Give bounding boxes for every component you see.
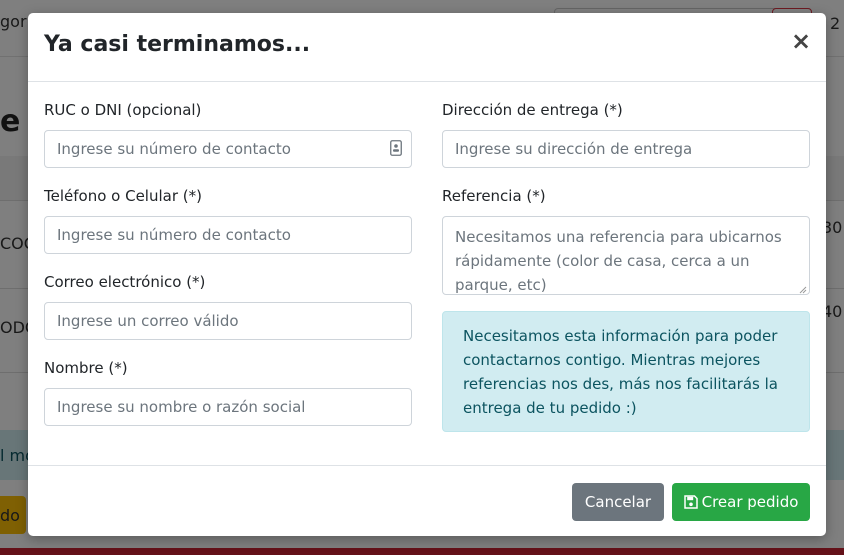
nombre-input[interactable] (44, 388, 412, 426)
telefono-field-group: Teléfono o Celular (*) (44, 186, 412, 254)
referencia-field-group: Referencia (*) (442, 186, 810, 295)
direccion-label: Dirección de entrega (*) (442, 101, 623, 119)
correo-field-group: Correo electrónico (*) (44, 272, 412, 340)
modal-footer: Cancelar Crear pedido (28, 465, 826, 537)
direccion-input[interactable] (442, 130, 810, 168)
telefono-input[interactable] (44, 216, 412, 254)
referencia-textarea[interactable] (442, 216, 810, 295)
nombre-field-group: Nombre (*) (44, 358, 412, 426)
create-order-button-label: Crear pedido (701, 493, 799, 511)
resize-grip-icon[interactable] (799, 286, 807, 294)
ruc-input[interactable] (44, 130, 412, 168)
create-order-button[interactable]: Crear pedido (672, 483, 810, 521)
direccion-field-group: Dirección de entrega (*) (442, 100, 810, 168)
telefono-label: Teléfono o Celular (*) (44, 187, 202, 205)
correo-input[interactable] (44, 302, 412, 340)
save-icon (683, 495, 698, 509)
cancel-button-label: Cancelar (584, 493, 652, 511)
modal-body: RUC o DNI (opcional) Teléfono o Celular … (28, 82, 826, 465)
close-button[interactable]: × (790, 29, 812, 53)
ruc-label: RUC o DNI (opcional) (44, 101, 202, 119)
modal-title: Ya casi terminamos... (44, 32, 311, 57)
order-modal: Ya casi terminamos... × RUC o DNI (opcio… (28, 13, 826, 536)
close-icon: × (790, 27, 812, 55)
nombre-label: Nombre (*) (44, 359, 128, 377)
info-alert-text: Necesitamos esta información para poder … (463, 327, 778, 417)
modal-header: Ya casi terminamos... × (28, 13, 826, 82)
contact-card-icon (390, 140, 402, 156)
correo-label: Correo electrónico (*) (44, 273, 206, 291)
cancel-button[interactable]: Cancelar (572, 483, 664, 521)
referencia-label: Referencia (*) (442, 187, 546, 205)
info-alert: Necesitamos esta información para poder … (442, 311, 810, 432)
ruc-field-group: RUC o DNI (opcional) (44, 100, 412, 168)
